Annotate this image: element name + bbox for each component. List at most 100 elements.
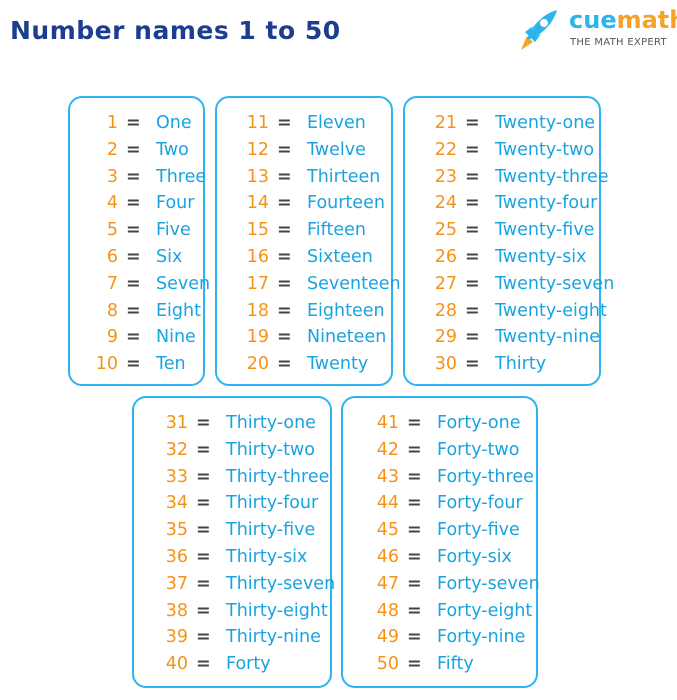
number-word: Twelve <box>307 139 366 160</box>
number-word: Five <box>156 220 191 241</box>
equals-sign: = <box>196 600 211 621</box>
equals-sign: = <box>277 327 292 348</box>
number-word: Thirty-four <box>226 493 319 514</box>
number-row: 46 = Forty-six <box>343 544 540 570</box>
number-digit: 26 <box>434 247 457 267</box>
number-row: 44 = Forty-four <box>343 490 540 516</box>
equals-sign: = <box>126 220 141 241</box>
number-word: Forty-one <box>437 413 521 433</box>
number-row: 27 = Twenty-seven <box>405 271 615 297</box>
equals-sign: = <box>196 466 211 487</box>
number-digit: 10 <box>95 354 118 375</box>
equals-sign: = <box>465 354 480 375</box>
number-word: Forty-six <box>437 547 512 567</box>
number-word: Thirty-five <box>226 520 316 541</box>
equals-sign: = <box>407 439 422 460</box>
number-names-box-3: 21 = Twenty-one 22 = Twenty-two 23 = Twenty-thre… <box>403 96 615 386</box>
number-word: Thirty-two <box>226 439 315 460</box>
number-word: Seventeen <box>307 273 401 294</box>
equals-sign: = <box>465 220 480 241</box>
number-word: Twenty-nine <box>495 327 600 348</box>
number-digit: 46 <box>376 547 399 567</box>
logo-wordmark: cuemath <box>569 6 677 34</box>
number-names-box-2: 11 = Eleven 12 = Twelve 13 = Thirteen 14 = Fourteen… <box>215 96 401 386</box>
number-digit: 1 <box>106 113 118 133</box>
equals-sign: = <box>465 139 480 160</box>
equals-sign: = <box>465 300 480 321</box>
number-word: Forty-four <box>437 493 523 514</box>
number-row: 15 = Fifteen <box>217 217 395 243</box>
number-digit: 9 <box>106 327 118 348</box>
number-digit: 25 <box>434 220 457 241</box>
equals-sign: = <box>126 354 141 375</box>
equals-sign: = <box>196 573 211 594</box>
number-word: Nineteen <box>307 327 387 348</box>
number-word: Twenty-four <box>495 193 598 214</box>
number-digit: 49 <box>376 627 399 648</box>
number-word: Forty-seven <box>437 573 540 594</box>
number-row: 2 = Two <box>70 137 207 163</box>
number-row: 34 = Thirty-four <box>134 490 334 516</box>
number-word: Thirty-seven <box>226 573 336 594</box>
cuemath-logo: cuemath THE MATH EXPERT <box>513 4 677 54</box>
number-digit: 38 <box>165 600 188 621</box>
number-row: 14 = Fourteen <box>217 190 395 216</box>
number-row: 39 = Thirty-nine <box>134 624 334 650</box>
page-title: Number names 1 to 50 <box>10 16 341 45</box>
equals-sign: = <box>407 493 422 514</box>
number-row: 3 = Three <box>70 164 207 190</box>
number-digit: 16 <box>246 247 269 267</box>
equals-sign: = <box>277 300 292 321</box>
number-digit: 31 <box>165 413 188 433</box>
number-digit: 6 <box>106 247 118 267</box>
number-row: 50 = Fifty <box>343 651 540 677</box>
number-digit: 14 <box>246 193 269 214</box>
equals-sign: = <box>407 600 422 621</box>
number-digit: 2 <box>106 139 118 160</box>
number-digit: 27 <box>434 273 457 294</box>
number-digit: 28 <box>434 300 457 321</box>
number-row: 9 = Nine <box>70 324 207 350</box>
number-word: Twenty-five <box>495 220 595 241</box>
number-digit: 36 <box>165 547 188 567</box>
number-word: Thirty-six <box>226 547 308 567</box>
equals-sign: = <box>196 654 211 675</box>
number-row: 6 = Six <box>70 244 207 270</box>
equals-sign: = <box>407 654 422 675</box>
number-word: Seven <box>156 273 211 294</box>
number-row: 35 = Thirty-five <box>134 517 334 543</box>
number-digit: 23 <box>434 166 457 187</box>
number-digit: 44 <box>376 493 399 514</box>
number-word: Twenty-eight <box>495 300 607 321</box>
number-word: Twenty-one <box>495 113 596 133</box>
equals-sign: = <box>465 113 480 133</box>
number-row: 25 = Twenty-five <box>405 217 603 243</box>
number-row: 32 = Thirty-two <box>134 437 334 463</box>
equals-sign: = <box>407 413 422 433</box>
number-digit: 3 <box>106 166 118 187</box>
number-row: 1 = One <box>70 110 207 136</box>
number-word: Twenty-seven <box>495 273 615 294</box>
number-row: 33 = Thirty-three <box>134 464 334 490</box>
number-word: Fifty <box>437 654 474 675</box>
equals-sign: = <box>407 520 422 541</box>
number-word: Three <box>156 166 207 187</box>
number-row: 37 = Thirty-seven <box>134 571 336 597</box>
equals-sign: = <box>465 327 480 348</box>
number-names-box-4: 31 = Thirty-one 32 = Thirty-two 33 = Thirty-thre… <box>132 396 336 688</box>
number-row: 48 = Forty-eight <box>343 598 540 624</box>
number-digit: 5 <box>106 220 118 241</box>
number-digit: 19 <box>246 327 269 348</box>
number-row: 16 = Sixteen <box>217 244 395 270</box>
number-row: 49 = Forty-nine <box>343 624 540 650</box>
number-word: Forty-five <box>437 520 520 541</box>
number-digit: 40 <box>165 654 188 675</box>
number-row: 31 = Thirty-one <box>134 410 334 436</box>
number-digit: 13 <box>246 166 269 187</box>
equals-sign: = <box>277 139 292 160</box>
number-digit: 48 <box>376 600 399 621</box>
number-digit: 18 <box>246 300 269 321</box>
number-word: Thirty <box>495 354 547 375</box>
number-word: Thirty-three <box>226 466 330 487</box>
equals-sign: = <box>126 247 141 267</box>
